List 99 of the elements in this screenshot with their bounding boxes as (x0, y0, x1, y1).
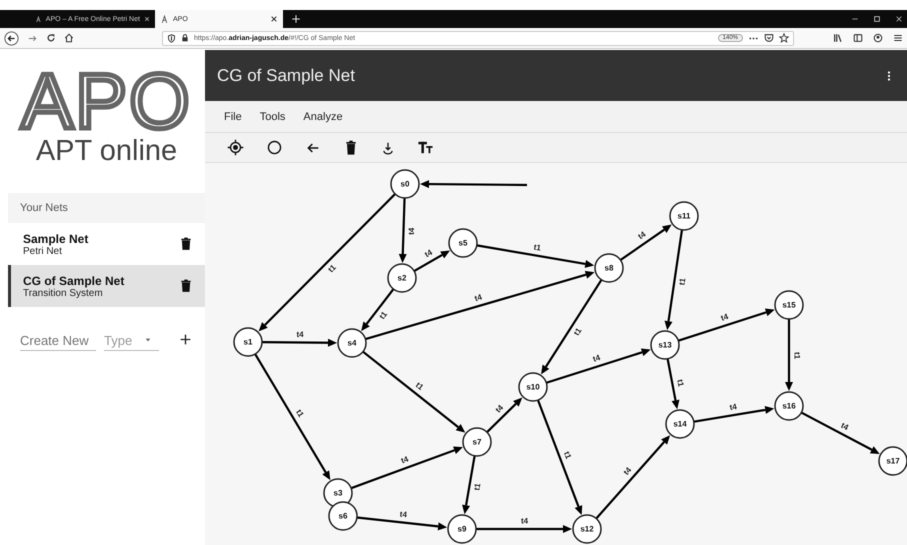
edge-arrow (486, 398, 522, 433)
text-size-icon[interactable] (417, 139, 434, 156)
net-name: Sample Net (23, 232, 90, 246)
edge-label: t4 (839, 420, 850, 432)
edge-label: t1 (533, 242, 542, 253)
edge-label: t1 (677, 277, 688, 286)
node-label: s14 (673, 420, 687, 428)
state-node (650, 330, 680, 360)
edge-label: t4 (622, 466, 634, 477)
edge-label: t4 (296, 330, 304, 340)
edge-label: t4 (636, 230, 648, 242)
node-label: s15 (782, 300, 796, 310)
node-label: s17 (886, 456, 900, 466)
node-label: s1 (244, 338, 252, 346)
account-icon[interactable] (873, 33, 883, 43)
menu-item[interactable]: Tools (256, 110, 288, 122)
state-node (774, 290, 804, 320)
edge-label: t1 (378, 310, 390, 321)
section-header: Your Nets (8, 193, 205, 223)
state-node (448, 228, 478, 258)
edge-label: t1 (414, 380, 426, 392)
shield-icon (167, 34, 176, 42)
state-node (594, 253, 624, 283)
logo-tagline: APT online (36, 134, 178, 168)
edge-label: t1 (326, 262, 338, 274)
node-label: s0 (400, 180, 410, 188)
net-name: CG of Sample Net (23, 274, 126, 288)
state-node (337, 328, 367, 358)
home-icon[interactable] (64, 33, 74, 43)
menu-item[interactable]: File (221, 110, 245, 122)
edge-label: t4 (720, 312, 730, 323)
edge-arrow (666, 358, 680, 410)
node-label: s6 (338, 512, 348, 520)
edge-label: t4 (494, 403, 506, 414)
state-node (328, 501, 358, 531)
trash-icon[interactable] (179, 237, 193, 251)
edge-label: t4 (399, 510, 408, 520)
node-label: s5 (458, 238, 468, 248)
maximize-icon[interactable] (873, 15, 881, 23)
edge-label: t1 (572, 326, 584, 338)
trash-icon[interactable] (179, 279, 193, 293)
edge-arrow (398, 198, 407, 263)
caret-icon (144, 336, 152, 344)
state-node (462, 427, 492, 457)
edge-label: t4 (423, 248, 434, 260)
reload-icon[interactable] (46, 33, 56, 43)
edge-label: t1 (792, 352, 802, 360)
net-type: Petri Net (23, 246, 63, 256)
plus-icon[interactable] (291, 14, 301, 24)
state-node (774, 391, 804, 421)
state-node (518, 372, 548, 402)
edge-label: t4 (728, 402, 738, 412)
node-label: s3 (334, 488, 342, 498)
close-icon[interactable] (270, 15, 278, 23)
download-icon[interactable] (381, 140, 395, 154)
node-label: s12 (580, 524, 594, 534)
edge-label: t4 (400, 454, 410, 466)
menu-item[interactable]: Analyze (300, 110, 346, 122)
app-logo-icon (160, 14, 169, 24)
node-label: s16 (782, 402, 796, 410)
pocket-icon[interactable] (764, 33, 774, 43)
circle-icon[interactable] (266, 139, 283, 156)
page-title: CG of Sample Net (217, 66, 356, 86)
edge-label: t4 (520, 516, 528, 526)
sidebar-icon[interactable] (853, 33, 863, 43)
state-node (233, 327, 263, 357)
edge-label: t1 (675, 378, 686, 388)
edge-arrow (785, 319, 793, 391)
edge-label: t4 (406, 228, 416, 235)
close-icon[interactable] (144, 15, 150, 23)
state-node (665, 409, 695, 439)
net-list-item[interactable]: CG of Sample Net Transition System (8, 265, 205, 307)
name-input-field[interactable]: Create New (20, 330, 96, 350)
library-icon[interactable] (833, 33, 843, 43)
edge-label: t1 (562, 450, 573, 460)
back-icon[interactable] (4, 30, 19, 46)
edge-label: t1 (294, 408, 306, 419)
edge-label: t1 (472, 482, 482, 492)
node-label: s9 (458, 524, 466, 534)
state-node (390, 169, 420, 199)
node-label: s10 (526, 382, 540, 392)
node-label: s11 (678, 212, 690, 220)
node-label: s13 (658, 340, 672, 350)
net-type: Transition System (23, 288, 104, 298)
star-icon[interactable] (779, 33, 789, 43)
node-label: s4 (348, 338, 356, 348)
edge-label: t4 (592, 353, 602, 364)
net-list-item[interactable]: Sample Net Petri Net (8, 223, 205, 265)
app-logo-icon (35, 14, 42, 24)
node-label: s8 (604, 264, 614, 272)
state-node (669, 201, 699, 231)
menu-icon[interactable] (893, 33, 903, 43)
state-node (387, 263, 417, 293)
plus-icon (179, 333, 192, 346)
edge-label: t4 (474, 292, 483, 304)
node-label: s2 (398, 274, 406, 282)
lock-icon (181, 34, 189, 42)
node-label: s7 (472, 438, 482, 446)
target-icon[interactable] (227, 139, 244, 156)
